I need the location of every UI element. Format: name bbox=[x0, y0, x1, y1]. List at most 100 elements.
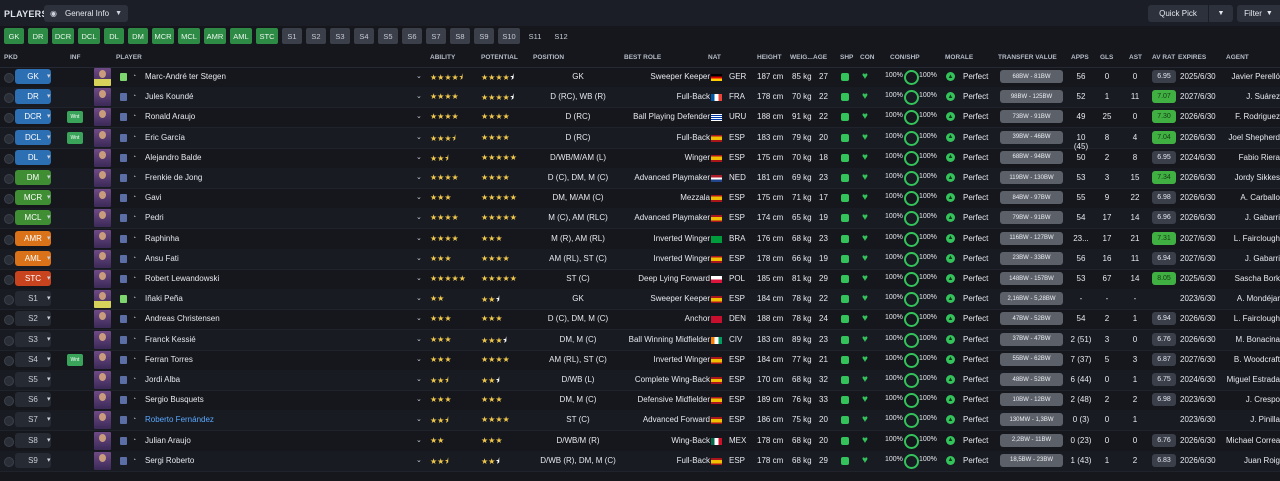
player-name[interactable]: Ansu Fati bbox=[145, 254, 179, 263]
table-row[interactable]: GK ▾ ◔ Marc-André ter Stegen ⌄ ★★★★⯨ ★★★★⯨ GK Sw… bbox=[0, 67, 1280, 88]
position-badge[interactable]: DCR bbox=[15, 109, 51, 125]
position-button-dcl[interactable]: DCL bbox=[78, 28, 100, 44]
pick-dot[interactable] bbox=[4, 133, 14, 144]
col-ast[interactable]: AST bbox=[1129, 54, 1142, 61]
position-badge[interactable]: GK bbox=[15, 69, 51, 84]
col-ability[interactable]: ABILITY bbox=[430, 54, 455, 61]
col-apps[interactable]: APPS bbox=[1071, 54, 1089, 61]
quick-pick-dropdown-icon[interactable]: ▼ bbox=[1209, 5, 1233, 22]
position-badge[interactable]: S9 bbox=[15, 452, 51, 468]
pick-dot[interactable] bbox=[4, 355, 14, 366]
table-row[interactable]: S5 ▾ ◔ Jordi Alba ⌄ ★★⯨ ★★⯨ D/WB (L) Complete Wi… bbox=[0, 370, 1280, 391]
pick-dot[interactable] bbox=[4, 315, 14, 326]
col-position[interactable]: POSITION bbox=[533, 54, 564, 61]
position-button-amr[interactable]: AMR bbox=[204, 28, 226, 44]
position-button-s9[interactable]: S9 bbox=[474, 28, 494, 44]
chevron-down-icon[interactable]: ▾ bbox=[47, 395, 51, 403]
position-button-s4[interactable]: S4 bbox=[354, 28, 374, 44]
pick-dot[interactable] bbox=[4, 456, 14, 467]
chevron-down-icon[interactable]: ⌄ bbox=[416, 375, 422, 383]
position-button-dr[interactable]: DR bbox=[28, 28, 48, 44]
table-row[interactable]: STC ▾ ◔ Robert Lewandowski ⌄ ★★★★★ ★★★★★ ST (C)… bbox=[0, 269, 1280, 290]
table-row[interactable]: DM ▾ ◔ Frenkie de Jong ⌄ ★★★★ ★★★★ D (C), DM, M… bbox=[0, 168, 1280, 189]
pick-dot[interactable] bbox=[4, 113, 14, 124]
player-name[interactable]: Roberto Fernández bbox=[145, 415, 214, 424]
player-name[interactable]: Jordi Alba bbox=[145, 375, 180, 384]
player-name[interactable]: Marc-André ter Stegen bbox=[145, 72, 226, 81]
position-badge[interactable]: S5 bbox=[15, 372, 51, 387]
col-con[interactable]: CON bbox=[860, 54, 874, 61]
pick-dot[interactable] bbox=[4, 295, 14, 306]
position-badge[interactable]: S3 bbox=[15, 331, 51, 347]
table-row[interactable]: DCL ▾ Wnt ◔ Eric García ⌄ ★★★⯨ ★★★★ D (RC) Full-B… bbox=[0, 127, 1280, 151]
player-name[interactable]: Sergi Roberto bbox=[145, 456, 194, 465]
chevron-down-icon[interactable]: ⌄ bbox=[416, 395, 422, 403]
chevron-down-icon[interactable]: ⌄ bbox=[416, 173, 422, 181]
chevron-down-icon[interactable]: ▾ bbox=[47, 133, 51, 141]
position-badge[interactable]: S6 bbox=[15, 392, 51, 408]
table-row[interactable]: S6 ▾ ◔ Sergio Busquets ⌄ ★★★ ★★★ DM, M (C) Defen… bbox=[0, 390, 1280, 412]
col-gls[interactable]: GLS bbox=[1100, 54, 1113, 61]
chevron-down-icon[interactable]: ⌄ bbox=[416, 193, 422, 201]
position-button-dm[interactable]: DM bbox=[128, 28, 148, 44]
chevron-down-icon[interactable]: ▾ bbox=[47, 294, 51, 302]
player-name[interactable]: Sergio Busquets bbox=[145, 395, 204, 404]
position-button-s12[interactable]: S12 bbox=[550, 28, 572, 44]
player-name[interactable]: Franck Kessié bbox=[145, 335, 196, 344]
player-name[interactable]: Alejandro Balde bbox=[145, 153, 201, 162]
chevron-down-icon[interactable]: ▾ bbox=[47, 415, 51, 423]
chevron-down-icon[interactable]: ⌄ bbox=[416, 234, 422, 242]
player-name[interactable]: Julian Araujo bbox=[145, 436, 191, 445]
chevron-down-icon[interactable]: ⌄ bbox=[416, 133, 422, 141]
chevron-down-icon[interactable]: ▾ bbox=[47, 254, 51, 262]
col-agent[interactable]: AGENT bbox=[1226, 54, 1249, 61]
position-button-aml[interactable]: AML bbox=[230, 28, 252, 44]
position-button-mcr[interactable]: MCR bbox=[152, 28, 174, 44]
chevron-down-icon[interactable]: ⌄ bbox=[416, 254, 422, 262]
pick-dot[interactable] bbox=[4, 234, 14, 245]
position-badge[interactable]: DL bbox=[15, 149, 51, 165]
pick-dot[interactable] bbox=[4, 93, 14, 104]
player-name[interactable]: Robert Lewandowski bbox=[145, 274, 219, 283]
filter-button[interactable]: Filter ▼ bbox=[1237, 5, 1280, 22]
position-button-s5[interactable]: S5 bbox=[378, 28, 398, 44]
col-age[interactable]: AGE bbox=[813, 54, 827, 61]
table-row[interactable]: DCR ▾ Wnt ◔ Ronald Araujo ⌄ ★★★★ ★★★★ D (RC) Ball… bbox=[0, 107, 1280, 129]
position-badge[interactable]: MCR bbox=[15, 190, 51, 206]
position-badge[interactable]: DM bbox=[15, 170, 51, 185]
position-button-dl[interactable]: DL bbox=[104, 28, 124, 44]
col-best-role[interactable]: BEST ROLE bbox=[624, 54, 661, 61]
chevron-down-icon[interactable]: ▾ bbox=[47, 193, 51, 201]
chevron-down-icon[interactable]: ▾ bbox=[47, 112, 51, 120]
player-name[interactable]: Ronald Araujo bbox=[145, 112, 195, 121]
table-row[interactable]: S4 ▾ Wnt ◔ Ferran Torres ⌄ ★★★ ★★★★ AM (RL), ST … bbox=[0, 350, 1280, 371]
table-row[interactable]: S3 ▾ ◔ Franck Kessié ⌄ ★★★ ★★★⯨ DM, M (C) Ball W… bbox=[0, 329, 1280, 351]
player-name[interactable]: Raphinha bbox=[145, 234, 179, 243]
pick-dot[interactable] bbox=[4, 73, 14, 83]
chevron-down-icon[interactable]: ⌄ bbox=[416, 153, 422, 161]
position-button-dcr[interactable]: DCR bbox=[52, 28, 74, 44]
position-button-s8[interactable]: S8 bbox=[450, 28, 470, 44]
col-player[interactable]: PLAYER bbox=[116, 54, 142, 61]
position-button-mcl[interactable]: MCL bbox=[178, 28, 200, 44]
chevron-down-icon[interactable]: ▾ bbox=[47, 436, 51, 444]
table-row[interactable]: MCR ▾ ◔ Gavi ⌄ ★★★ ★★★★★ DM, M/AM (C) Mezzala ESP… bbox=[0, 188, 1280, 210]
col-transfer-value[interactable]: TRANSFER VALUE bbox=[998, 54, 1057, 61]
chevron-down-icon[interactable]: ▾ bbox=[47, 234, 51, 242]
col-con-shp[interactable]: CON/SHP bbox=[890, 54, 920, 61]
table-row[interactable]: S7 ▾ ◔ Roberto Fernández ⌄ ★★⯨ ★★★★ ST (C) Advan… bbox=[0, 410, 1280, 432]
chevron-down-icon[interactable]: ⌄ bbox=[416, 274, 422, 282]
position-button-s11[interactable]: S11 bbox=[524, 28, 546, 44]
col-av-rat[interactable]: AV RAT bbox=[1152, 54, 1175, 61]
player-name[interactable]: Pedri bbox=[145, 213, 164, 222]
pick-dot[interactable] bbox=[4, 416, 14, 427]
player-name[interactable]: Frenkie de Jong bbox=[145, 173, 202, 182]
table-row[interactable]: S2 ▾ ◔ Andreas Christensen ⌄ ★★★ ★★★ D (C), DM,… bbox=[0, 309, 1280, 331]
col-potential[interactable]: POTENTIAL bbox=[481, 54, 518, 61]
position-badge[interactable]: MCL bbox=[15, 210, 51, 226]
col-morale[interactable]: MORALE bbox=[945, 54, 973, 61]
position-button-s2[interactable]: S2 bbox=[306, 28, 326, 44]
chevron-down-icon[interactable]: ⌄ bbox=[416, 355, 422, 363]
table-row[interactable]: DL ▾ ◔ Alejandro Balde ⌄ ★★⯨ ★★★★★ D/WB/M/AM (L… bbox=[0, 148, 1280, 169]
view-dropdown[interactable]: ◉ General Info ▼ bbox=[44, 5, 128, 22]
